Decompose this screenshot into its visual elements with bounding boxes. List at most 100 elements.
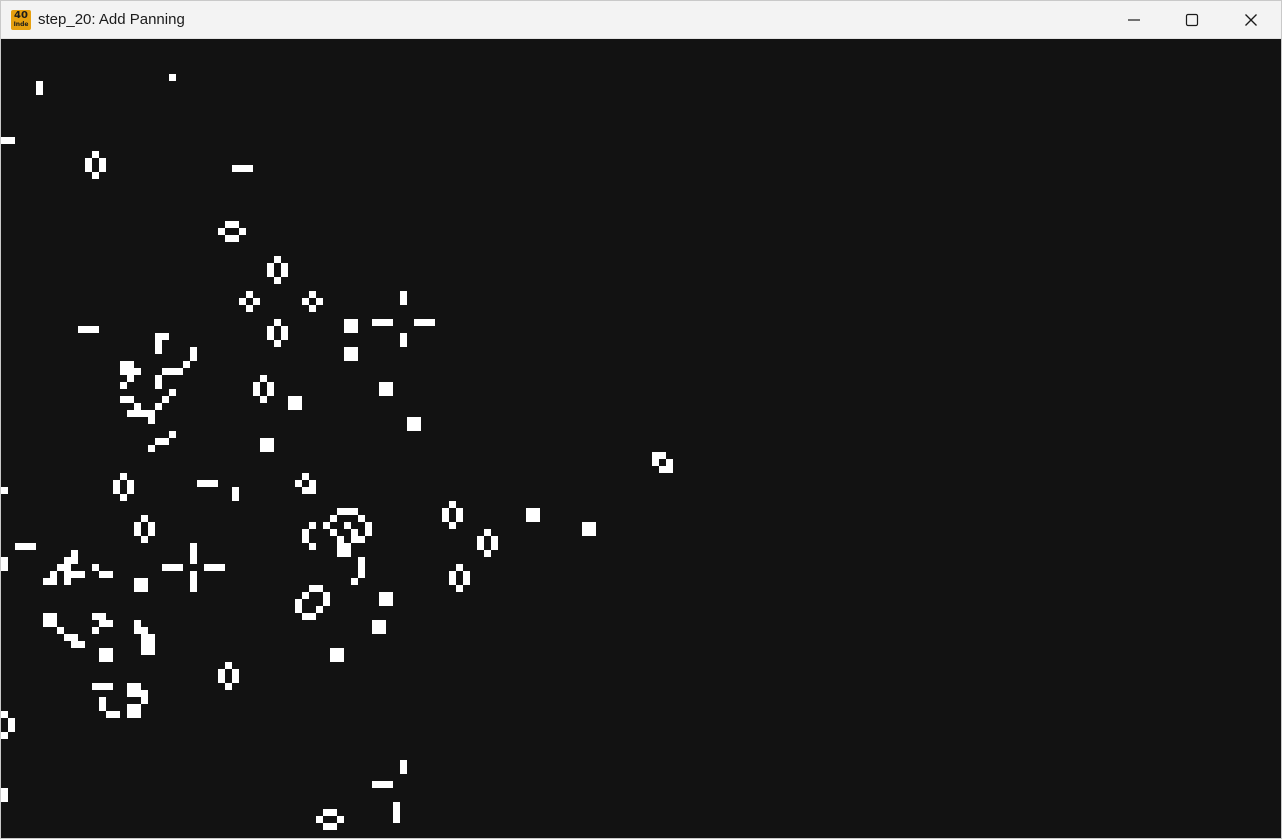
live-cell bbox=[92, 683, 99, 690]
live-cell bbox=[295, 396, 302, 403]
live-cell bbox=[71, 550, 78, 557]
live-cell bbox=[659, 466, 666, 473]
live-cell bbox=[274, 340, 281, 347]
live-cell bbox=[169, 564, 176, 571]
live-cell bbox=[316, 298, 323, 305]
live-cell bbox=[92, 564, 99, 571]
live-cell bbox=[344, 354, 351, 361]
live-cell bbox=[463, 578, 470, 585]
live-cell bbox=[134, 522, 141, 529]
live-cell bbox=[127, 375, 134, 382]
live-cell bbox=[344, 550, 351, 557]
live-cell bbox=[449, 522, 456, 529]
live-cell bbox=[85, 158, 92, 165]
live-cell bbox=[239, 165, 246, 172]
live-cell bbox=[232, 221, 239, 228]
live-cell bbox=[589, 529, 596, 536]
live-cell bbox=[652, 452, 659, 459]
live-cell bbox=[141, 690, 148, 697]
live-cell bbox=[134, 627, 141, 634]
live-cell bbox=[218, 564, 225, 571]
live-cell bbox=[134, 704, 141, 711]
window-title: step_20: Add Panning bbox=[38, 11, 185, 28]
live-cell bbox=[302, 473, 309, 480]
app-icon-text-top: 40 bbox=[14, 10, 28, 21]
live-cell bbox=[309, 487, 316, 494]
live-cell bbox=[449, 501, 456, 508]
live-cell bbox=[225, 235, 232, 242]
live-cell bbox=[400, 298, 407, 305]
live-cell bbox=[64, 557, 71, 564]
live-cell bbox=[239, 298, 246, 305]
live-cell bbox=[232, 494, 239, 501]
live-cell bbox=[379, 592, 386, 599]
live-cell bbox=[330, 655, 337, 662]
live-cell bbox=[36, 88, 43, 95]
live-cell bbox=[155, 403, 162, 410]
live-cell bbox=[484, 529, 491, 536]
live-cell bbox=[267, 389, 274, 396]
live-cell bbox=[246, 165, 253, 172]
maximize-button[interactable] bbox=[1163, 1, 1221, 38]
live-cell bbox=[225, 683, 232, 690]
live-cell bbox=[379, 319, 386, 326]
live-cell bbox=[43, 613, 50, 620]
live-cell bbox=[344, 543, 351, 550]
live-cell bbox=[155, 347, 162, 354]
live-cell bbox=[169, 431, 176, 438]
live-cell bbox=[127, 487, 134, 494]
live-cell bbox=[386, 592, 393, 599]
live-cell bbox=[281, 333, 288, 340]
live-cell bbox=[281, 263, 288, 270]
live-cell bbox=[134, 410, 141, 417]
live-cell bbox=[141, 578, 148, 585]
live-cell bbox=[127, 690, 134, 697]
game-of-life-canvas[interactable] bbox=[1, 39, 1281, 839]
live-cell bbox=[358, 536, 365, 543]
live-cell bbox=[1, 795, 8, 802]
live-cell bbox=[344, 522, 351, 529]
live-cell bbox=[1, 788, 8, 795]
live-cell bbox=[99, 704, 106, 711]
minimize-button[interactable] bbox=[1105, 1, 1163, 38]
live-cell bbox=[99, 571, 106, 578]
live-cell bbox=[351, 354, 358, 361]
title-bar[interactable]: 40 Inde step_20: Add Panning bbox=[1, 1, 1281, 39]
live-cell bbox=[274, 319, 281, 326]
live-cell bbox=[134, 711, 141, 718]
live-cell bbox=[267, 333, 274, 340]
live-cell bbox=[260, 445, 267, 452]
live-cell bbox=[246, 305, 253, 312]
live-cell bbox=[64, 571, 71, 578]
live-cell bbox=[218, 228, 225, 235]
live-cell bbox=[386, 382, 393, 389]
live-cell bbox=[64, 564, 71, 571]
live-cell bbox=[141, 410, 148, 417]
live-cell bbox=[211, 480, 218, 487]
live-cell bbox=[456, 508, 463, 515]
live-cell bbox=[309, 291, 316, 298]
live-cell bbox=[43, 620, 50, 627]
close-button[interactable] bbox=[1222, 1, 1280, 38]
live-cell bbox=[239, 228, 246, 235]
live-cell bbox=[372, 627, 379, 634]
live-cell bbox=[218, 676, 225, 683]
live-cell bbox=[309, 305, 316, 312]
live-cell bbox=[358, 557, 365, 564]
live-cell bbox=[526, 515, 533, 522]
live-cell bbox=[309, 480, 316, 487]
live-cell bbox=[99, 613, 106, 620]
live-cell bbox=[134, 585, 141, 592]
live-cell bbox=[43, 578, 50, 585]
live-cell bbox=[120, 368, 127, 375]
cell-grid[interactable] bbox=[1, 39, 1281, 839]
live-cell bbox=[57, 627, 64, 634]
live-cell bbox=[162, 396, 169, 403]
live-cell bbox=[407, 424, 414, 431]
live-cell bbox=[666, 459, 673, 466]
live-cell bbox=[134, 529, 141, 536]
live-cell bbox=[330, 529, 337, 536]
live-cell bbox=[351, 529, 358, 536]
live-cell bbox=[421, 319, 428, 326]
live-cell bbox=[295, 403, 302, 410]
